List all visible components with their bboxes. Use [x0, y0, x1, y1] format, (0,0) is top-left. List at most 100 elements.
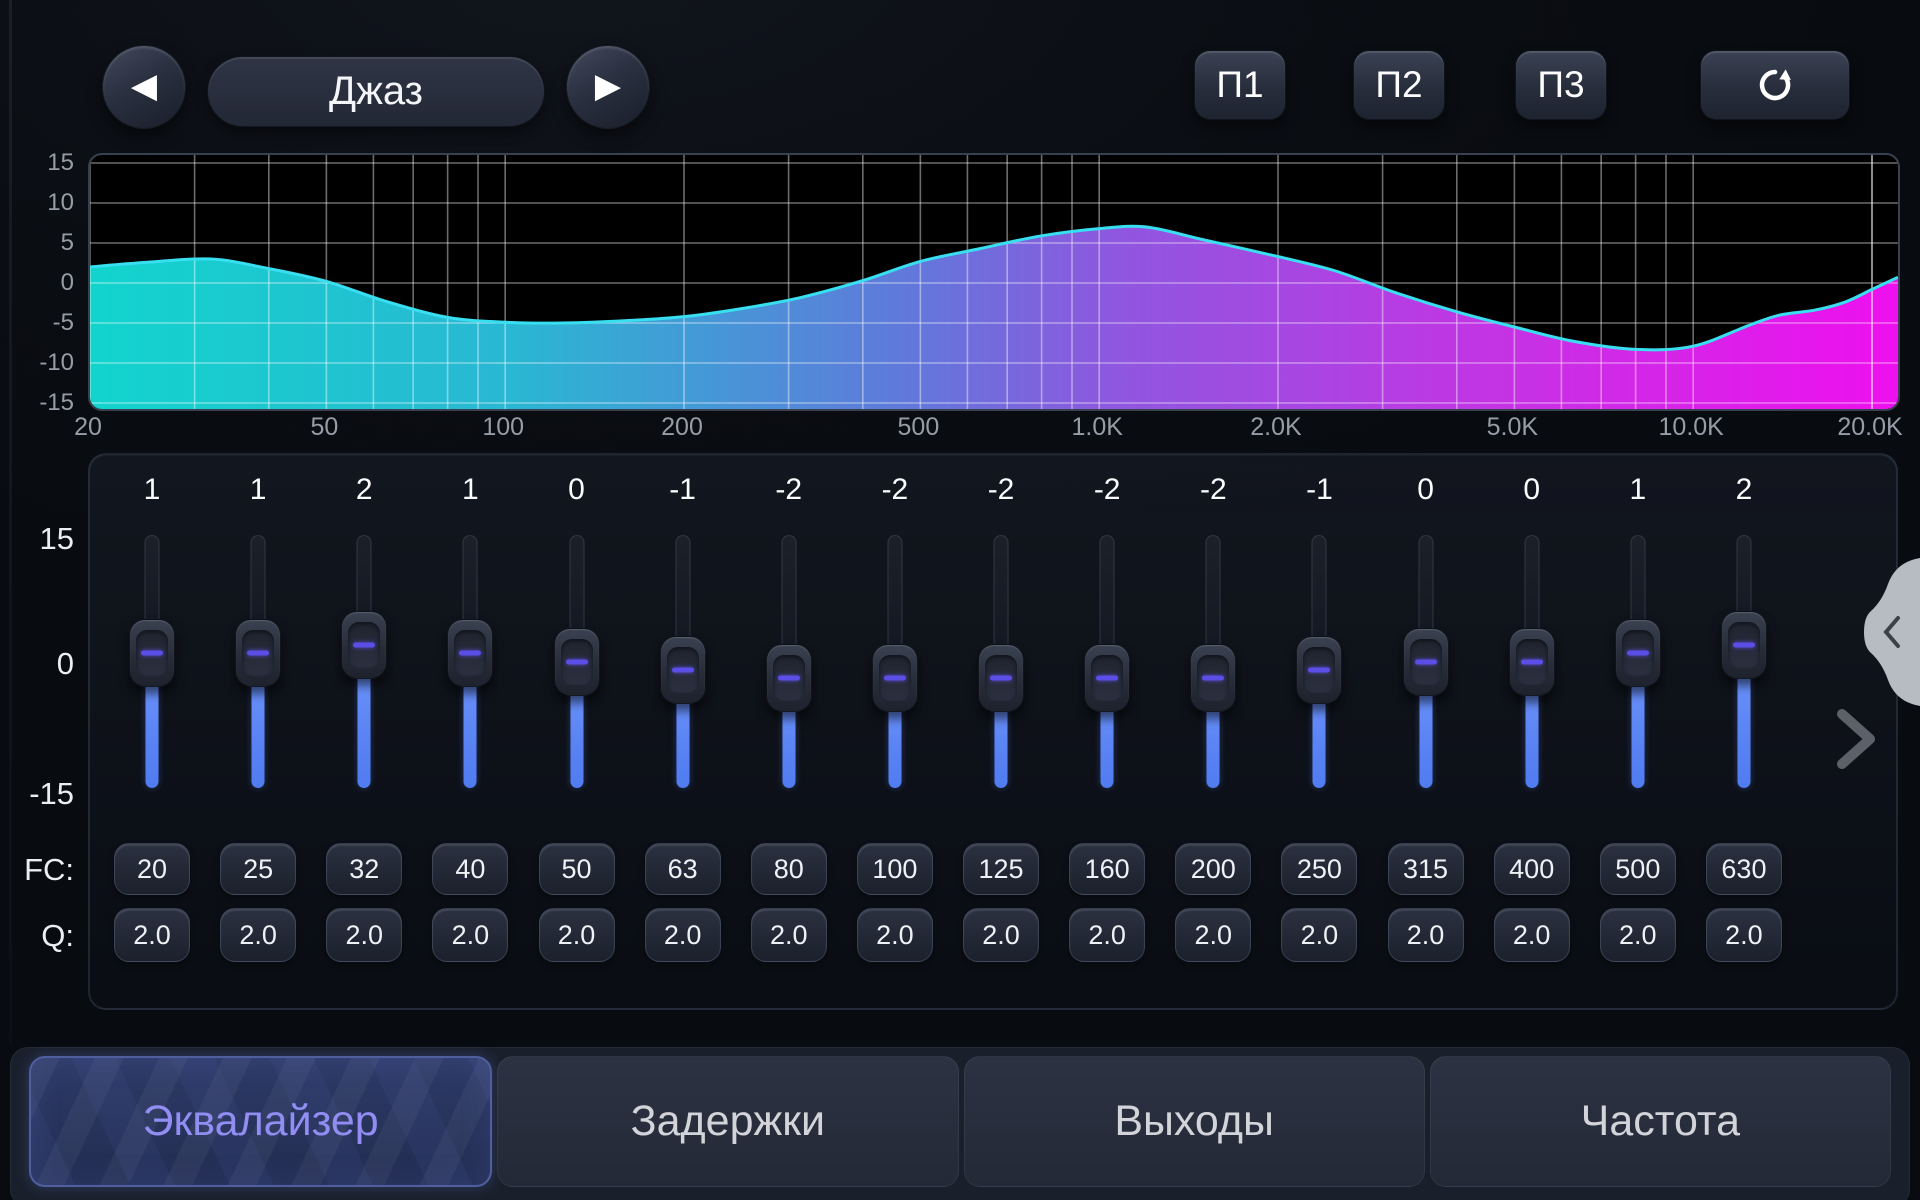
band-gain-slider[interactable] [1054, 535, 1160, 788]
slider-thumb[interactable] [1084, 644, 1130, 712]
thumb-grip-icon [990, 676, 1012, 681]
band-gain-value: 1 [99, 473, 205, 507]
band-q-button[interactable]: 2.0 [1706, 908, 1782, 962]
next-preset-button[interactable]: ▶ [566, 45, 650, 129]
band-fc-button[interactable]: 315 [1388, 843, 1464, 895]
thumb-grip-icon [672, 667, 694, 672]
thumb-grip-icon [1308, 667, 1330, 672]
db-tick-label: -10 [4, 349, 74, 377]
band-fc-button[interactable]: 250 [1281, 843, 1357, 895]
band-gain-slider[interactable] [311, 535, 417, 788]
band-gain-slider[interactable] [1373, 535, 1479, 788]
band-fc-button[interactable]: 630 [1706, 843, 1782, 895]
slider-thumb[interactable] [1296, 636, 1342, 704]
band-q-button[interactable]: 2.0 [326, 908, 402, 962]
slider-thumb[interactable] [1403, 628, 1449, 696]
band-fc-button[interactable]: 80 [751, 843, 827, 895]
band-gain-slider[interactable] [1691, 535, 1797, 788]
band-gain-slider[interactable] [1585, 535, 1691, 788]
band-gain-slider[interactable] [205, 535, 311, 788]
band-gain-slider[interactable] [1160, 535, 1266, 788]
band-gain-value: 1 [1585, 473, 1691, 507]
slider-thumb[interactable] [129, 619, 175, 687]
scroll-bands-right-button[interactable] [1834, 708, 1878, 770]
thumb-grip-icon [884, 676, 906, 681]
band-fc-button[interactable]: 20 [114, 843, 190, 895]
band-q-button[interactable]: 2.0 [114, 908, 190, 962]
eq-band: 0 315 2.0 [1373, 453, 1479, 1013]
band-gain-value: -2 [842, 473, 948, 507]
band-fc-button[interactable]: 125 [963, 843, 1039, 895]
band-q-button[interactable]: 2.0 [220, 908, 296, 962]
band-fc-button[interactable]: 160 [1069, 843, 1145, 895]
band-fc-button[interactable]: 50 [539, 843, 615, 895]
band-fc-button[interactable]: 32 [326, 843, 402, 895]
eq-band: 2 32 2.0 [311, 453, 417, 1013]
frequency-tick-label: 5.0K [1467, 413, 1557, 442]
band-q-button[interactable]: 2.0 [1281, 908, 1357, 962]
band-gain-value: -2 [1160, 473, 1266, 507]
band-fc-button[interactable]: 500 [1600, 843, 1676, 895]
slider-thumb[interactable] [872, 644, 918, 712]
band-q-button[interactable]: 2.0 [1600, 908, 1676, 962]
slider-thumb[interactable] [341, 611, 387, 679]
eq-curve-chart [90, 155, 1898, 409]
band-gain-slider[interactable] [99, 535, 205, 788]
slider-thumb[interactable] [660, 636, 706, 704]
memory-button-2[interactable]: П2 [1353, 50, 1445, 120]
eq-band: -2 200 2.0 [1160, 453, 1266, 1013]
band-q-button[interactable]: 2.0 [1175, 908, 1251, 962]
db-tick-label: -5 [4, 309, 74, 337]
tab-outputs[interactable]: Выходы [964, 1056, 1425, 1187]
side-drawer-handle[interactable] [1864, 558, 1920, 706]
preset-display[interactable]: Джаз [207, 56, 545, 127]
slider-thumb[interactable] [1190, 644, 1236, 712]
right-triangle-icon: ▶ [595, 66, 621, 106]
slider-thumb[interactable] [1509, 628, 1555, 696]
slider-thumb[interactable] [447, 619, 493, 687]
band-gain-slider[interactable] [524, 535, 630, 788]
band-q-button[interactable]: 2.0 [1069, 908, 1145, 962]
slider-thumb[interactable] [978, 644, 1024, 712]
tab-equalizer[interactable]: Эквалайзер [29, 1056, 492, 1187]
tab-delays[interactable]: Задержки [497, 1056, 958, 1187]
band-fc-button[interactable]: 100 [857, 843, 933, 895]
band-q-button[interactable]: 2.0 [963, 908, 1039, 962]
band-gain-slider[interactable] [1479, 535, 1585, 788]
slider-thumb[interactable] [235, 619, 281, 687]
eq-band: -1 63 2.0 [630, 453, 736, 1013]
band-q-button[interactable]: 2.0 [645, 908, 721, 962]
band-gain-slider[interactable] [948, 535, 1054, 788]
band-fc-button[interactable]: 63 [645, 843, 721, 895]
memory-button-3[interactable]: П3 [1515, 50, 1607, 120]
band-q-button[interactable]: 2.0 [432, 908, 508, 962]
prev-preset-button[interactable]: ◀ [102, 45, 186, 129]
band-fc-button[interactable]: 200 [1175, 843, 1251, 895]
slider-thumb[interactable] [766, 644, 812, 712]
reset-button[interactable] [1700, 50, 1850, 120]
band-gain-slider[interactable] [736, 535, 842, 788]
band-q-button[interactable]: 2.0 [539, 908, 615, 962]
band-gain-value: 0 [524, 473, 630, 507]
band-q-button[interactable]: 2.0 [1494, 908, 1570, 962]
band-gain-value: -1 [630, 473, 736, 507]
band-q-button[interactable]: 2.0 [857, 908, 933, 962]
band-gain-slider[interactable] [417, 535, 523, 788]
band-gain-slider[interactable] [1266, 535, 1372, 788]
slider-thumb[interactable] [1615, 619, 1661, 687]
eq-band: -2 125 2.0 [948, 453, 1054, 1013]
band-q-button[interactable]: 2.0 [1388, 908, 1464, 962]
band-fc-button[interactable]: 40 [432, 843, 508, 895]
band-fc-button[interactable]: 400 [1494, 843, 1570, 895]
bottom-tab-bar: ЭквалайзерЗадержкиВыходыЧастота [10, 1047, 1910, 1200]
slider-thumb[interactable] [554, 628, 600, 696]
band-gain-slider[interactable] [842, 535, 948, 788]
band-q-button[interactable]: 2.0 [751, 908, 827, 962]
memory-button-1[interactable]: П1 [1194, 50, 1286, 120]
band-gain-value: -2 [1054, 473, 1160, 507]
frequency-tick-label: 10.0K [1646, 413, 1736, 442]
band-fc-button[interactable]: 25 [220, 843, 296, 895]
band-gain-slider[interactable] [630, 535, 736, 788]
slider-thumb[interactable] [1721, 611, 1767, 679]
tab-frequency[interactable]: Частота [1430, 1056, 1891, 1187]
